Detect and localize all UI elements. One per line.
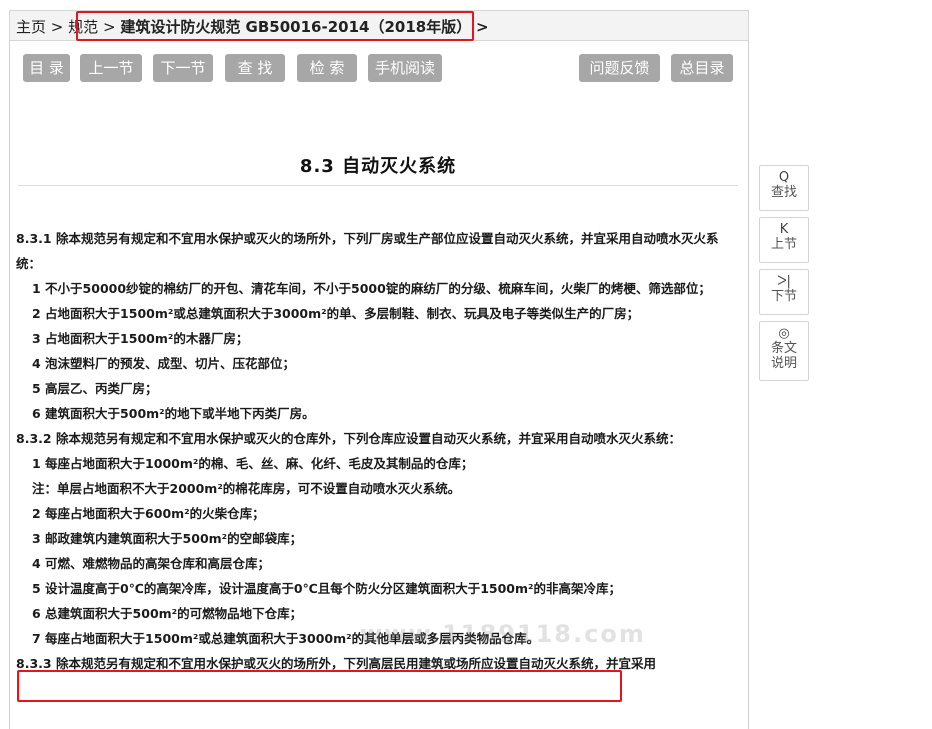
side-prev-label: 上节 (770, 237, 797, 252)
clause-item: 3 邮政建筑内建筑面积大于500m²的空邮袋库； (32, 531, 303, 546)
clause-paragraph: 8.3.2 除本规范另有规定和不宜用水保护或灭火的仓库外，下列仓库应设置自动灭火… (16, 431, 681, 446)
search-button[interactable]: 检 索 (297, 54, 357, 82)
clause-item: 2 每座占地面积大于600m²的火柴仓库； (32, 506, 265, 521)
side-notes-label-2: 说明 (770, 356, 797, 371)
clause-item-highlighted: 7 每座占地面积大于1500m²或总建筑面积大于3000m²的其他单层或多层丙类… (32, 631, 540, 646)
clause-note: 注：单层占地面积不大于2000m²的棉花库房，可不设置自动喷水灭火系统。 (32, 481, 461, 496)
clause-item: 5 高层乙、丙类厂房； (32, 381, 158, 396)
section-title: 8.3 自动灭火系统 (299, 156, 457, 177)
find-button[interactable]: 查 找 (225, 54, 285, 82)
contents-button[interactable]: 目 录 (23, 54, 70, 82)
side-prev-button[interactable]: K 上节 (759, 217, 809, 263)
clause-item: 2 占地面积大于1500m²或总建筑面积大于3000m²的单、多层制鞋、制衣、玩… (32, 306, 640, 321)
feedback-button[interactable]: 问题反馈 (579, 54, 660, 82)
highlight-box-item (17, 670, 622, 702)
side-notes-button[interactable]: ◎ 条文 说明 (759, 321, 809, 381)
clause-item: 1 不小于50000纱锭的棉纺厂的开包、清花车间，不小于5000锭的麻纺厂的分级… (32, 281, 711, 296)
clause-item: 6 建筑面积大于500m²的地下或半地下丙类厂房。 (32, 406, 315, 421)
highlight-box-breadcrumb (76, 11, 474, 41)
clause-item: 3 占地面积大于1500m²的木器厂房； (32, 331, 249, 346)
skip-forward-icon: ᐳ| (777, 274, 791, 289)
index-button[interactable]: 总目录 (671, 54, 733, 82)
side-notes-label-1: 条文 (770, 341, 797, 356)
breadcrumb-separator: > (475, 18, 489, 36)
side-find-button[interactable]: Q 查找 (759, 165, 809, 211)
clause-item: 1 每座占地面积大于1000m²的棉、毛、丝、麻、化纤、毛皮及其制品的仓库； (32, 456, 474, 471)
side-find-label: 查找 (770, 185, 797, 200)
breadcrumb-home[interactable]: 主页 (16, 18, 46, 36)
search-icon: Q (778, 170, 790, 185)
clause-item: 6 总建筑面积大于500m²的可燃物品地下仓库； (32, 606, 303, 621)
clause-item: 4 泡沫塑料厂的预发、成型、切片、压花部位； (32, 356, 296, 371)
next-section-button[interactable]: 下一节 (153, 54, 213, 82)
prev-section-button[interactable]: 上一节 (80, 54, 142, 82)
side-next-button[interactable]: ᐳ| 下节 (759, 269, 809, 315)
clause-item: 5 设计温度高于0℃的高架冷库，设计温度高于0℃且每个防火分区建筑面积大于150… (32, 581, 622, 596)
mobile-read-button[interactable]: 手机阅读 (368, 54, 442, 82)
skip-back-icon: K (779, 222, 789, 237)
clause-paragraph: 8.3.1 除本规范另有规定和不宜用水保护或灭火的场所外，下列厂房或生产部位应设… (16, 231, 719, 271)
side-next-label: 下节 (770, 289, 797, 304)
breadcrumb-separator: > (50, 18, 64, 36)
clause-item: 4 可燃、难燃物品的高架仓库和高层仓库； (32, 556, 271, 571)
clause-content: 8.3.1 除本规范另有规定和不宜用水保护或灭火的场所外，下列厂房或生产部位应设… (16, 226, 738, 676)
eye-icon: ◎ (778, 326, 790, 341)
title-divider (18, 185, 738, 186)
